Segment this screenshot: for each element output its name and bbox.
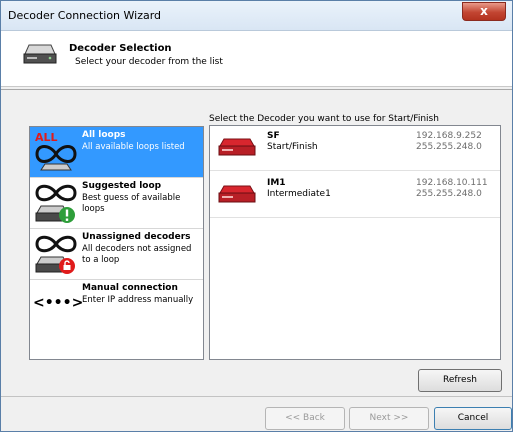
decoder-device-icon — [23, 44, 57, 64]
close-button[interactable]: x — [462, 2, 506, 21]
infinity-icon — [35, 235, 77, 274]
infinity-icon — [35, 184, 77, 223]
ip-arrows-icon: <•••> — [33, 295, 84, 311]
back-button[interactable]: << Back — [265, 407, 345, 430]
loop-option-description: Best guess of available loops — [82, 193, 181, 214]
infinity-icon: ALL — [35, 131, 77, 171]
decoder-mask: 255.255.248.0 — [416, 189, 482, 199]
loop-option-description: Enter IP address manually — [82, 295, 194, 305]
decoder-device-icon — [218, 138, 256, 156]
loop-option-all[interactable]: ALL All loops All available loops listed — [30, 127, 203, 178]
decoder-role: Start/Finish — [267, 142, 318, 152]
decoder-ip: 192.168.9.252 — [416, 131, 482, 141]
decoder-row[interactable]: IM1 Intermediate1 192.168.10.111 255.255… — [210, 173, 500, 218]
title-bar: Decoder Connection Wizard x — [1, 1, 512, 31]
page-title: Decoder Selection — [69, 43, 172, 54]
decoder-role: Intermediate1 — [267, 189, 331, 199]
refresh-button[interactable]: Refresh — [418, 369, 502, 392]
loop-option-suggested[interactable]: Suggested loop Best guess of available l… — [30, 178, 203, 229]
loop-option-title: Suggested loop — [82, 181, 162, 191]
decoder-list: SF Start/Finish 192.168.9.252 255.255.24… — [209, 125, 501, 360]
decoder-name: IM1 — [267, 178, 286, 188]
loop-option-manual[interactable]: <•••> Manual connection Enter IP address… — [30, 280, 203, 330]
decoder-device-icon — [218, 185, 256, 203]
window-title: Decoder Connection Wizard — [8, 9, 162, 22]
loop-option-title: All loops — [82, 130, 126, 140]
loop-option-unassigned[interactable]: Unassigned decoders All decoders not ass… — [30, 229, 203, 280]
loop-option-title: Unassigned decoders — [82, 232, 191, 242]
next-button[interactable]: Next >> — [349, 407, 429, 430]
decoder-instruction: Select the Decoder you want to use for S… — [209, 114, 439, 124]
decoder-mask: 255.255.248.0 — [416, 142, 482, 152]
decoder-row[interactable]: SF Start/Finish 192.168.9.252 255.255.24… — [210, 126, 500, 171]
decoder-name: SF — [267, 131, 280, 141]
page-subtitle: Select your decoder from the list — [75, 57, 223, 67]
header-divider — [1, 89, 512, 90]
all-badge: ALL — [35, 131, 58, 144]
loop-option-description: All decoders not assigned to a loop — [82, 244, 192, 265]
cancel-button[interactable]: Cancel — [434, 407, 512, 430]
loop-option-title: Manual connection — [82, 283, 178, 293]
loop-option-description: All available loops listed — [82, 142, 185, 152]
wizard-window: Decoder Connection Wizard x Decoder Sele… — [0, 0, 513, 432]
loop-list: ALL All loops All available loops listed… — [29, 126, 204, 360]
decoder-ip: 192.168.10.111 — [416, 178, 488, 188]
footer-divider — [1, 396, 512, 397]
